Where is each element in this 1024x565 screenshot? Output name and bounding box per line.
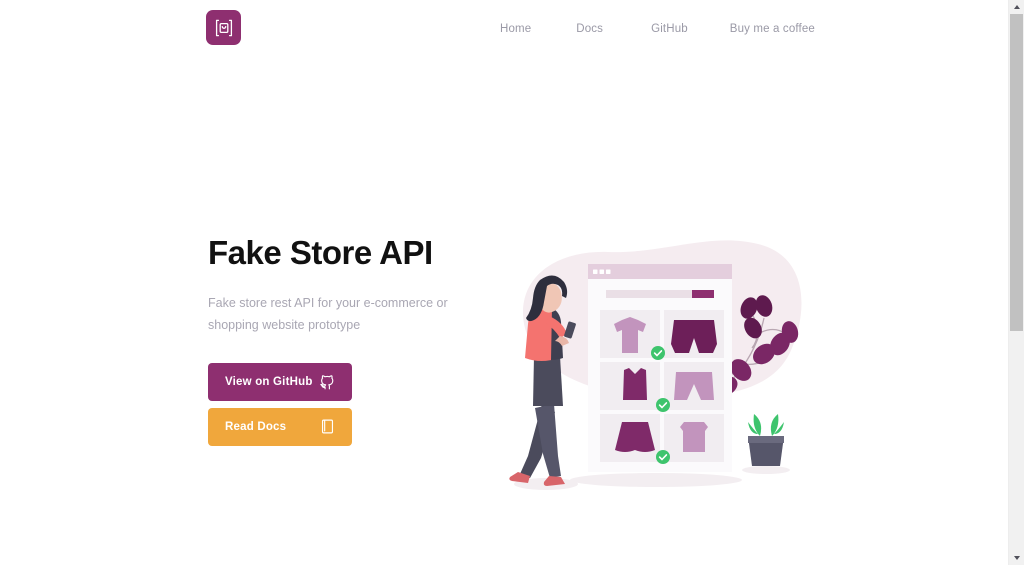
read-docs-label: Read Docs xyxy=(225,420,287,433)
scrollbar-thumb[interactable] xyxy=(1010,14,1023,331)
hero-copy: Fake Store API Fake store rest API for y… xyxy=(208,236,508,453)
chevron-up-icon[interactable] xyxy=(1009,0,1024,14)
chevron-down-icon[interactable] xyxy=(1009,551,1024,565)
book-icon xyxy=(321,419,334,434)
read-docs-button[interactable]: Read Docs xyxy=(208,407,352,446)
vertical-scrollbar[interactable] xyxy=(1008,0,1024,565)
site-header: Home Docs GitHub Buy me a coffee xyxy=(0,0,1008,58)
nav-link-docs[interactable]: Docs xyxy=(576,23,603,35)
page-title: Fake Store API xyxy=(208,234,433,271)
page-viewport: Home Docs GitHub Buy me a coffee Fake St… xyxy=(0,0,1008,565)
shopping-bag-braces-logo-icon xyxy=(215,19,232,36)
check-badge-2 xyxy=(656,398,670,412)
brand-logo[interactable] xyxy=(206,10,241,45)
browser-page: Home Docs GitHub Buy me a coffee Fake St… xyxy=(0,0,1024,565)
nav-link-github[interactable]: GitHub xyxy=(651,23,688,35)
hero-subtitle: Fake store rest API for your e-commerce … xyxy=(208,296,448,332)
potted-plant xyxy=(742,414,790,474)
plant-leaves xyxy=(748,414,784,436)
online-shopping-illustration xyxy=(496,198,836,498)
browser-dots xyxy=(593,269,611,274)
view-on-github-button[interactable]: View on GitHub xyxy=(208,362,352,401)
main-nav: Home Docs GitHub Buy me a coffee xyxy=(480,0,815,58)
illustration-svg xyxy=(509,240,802,490)
hero-section: Fake Store API Fake store rest API for y… xyxy=(0,58,1008,565)
nav-link-home[interactable]: Home xyxy=(500,23,531,35)
browser-shadow xyxy=(570,473,742,487)
product-skirt xyxy=(615,422,655,452)
browser-search-button xyxy=(692,290,714,298)
check-badge-3 xyxy=(656,450,670,464)
nav-link-buy-me-a-coffee[interactable]: Buy me a coffee xyxy=(730,23,815,35)
browser-window xyxy=(588,264,732,472)
product-top-light xyxy=(680,422,708,452)
check-badge-1 xyxy=(651,346,665,360)
view-on-github-label: View on GitHub xyxy=(225,375,313,388)
github-icon xyxy=(320,375,334,390)
